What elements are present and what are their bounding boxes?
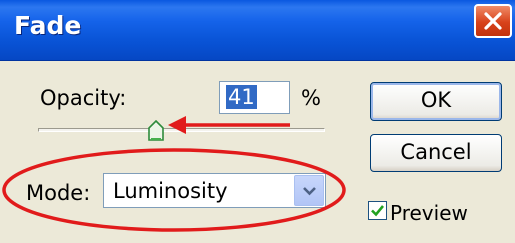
mode-label: Mode:: [26, 181, 91, 205]
close-button[interactable]: [474, 4, 512, 38]
opacity-label: Opacity:: [40, 86, 127, 110]
dialog-body: Opacity: 41 % Mode: Luminosity OK Cancel…: [0, 61, 515, 243]
cancel-button[interactable]: Cancel: [370, 134, 502, 172]
preview-label[interactable]: Preview: [390, 201, 468, 225]
mode-select[interactable]: Luminosity: [103, 173, 326, 208]
chevron-down-icon: [303, 187, 316, 196]
percent-sign: %: [301, 86, 321, 110]
title-bar: Fade: [0, 0, 515, 61]
dialog-title: Fade: [14, 11, 82, 40]
ok-button[interactable]: OK: [370, 82, 502, 121]
mode-selected-value: Luminosity: [113, 179, 228, 203]
preview-checkbox[interactable]: [368, 201, 387, 220]
mode-dropdown-button[interactable]: [294, 175, 324, 206]
checkmark-icon: [371, 205, 385, 217]
opacity-input[interactable]: 41: [219, 81, 290, 114]
opacity-slider-track[interactable]: [38, 128, 325, 132]
slider-thumb-icon[interactable]: [147, 120, 165, 142]
close-x-icon: [484, 12, 502, 30]
opacity-value: 41: [226, 85, 257, 109]
